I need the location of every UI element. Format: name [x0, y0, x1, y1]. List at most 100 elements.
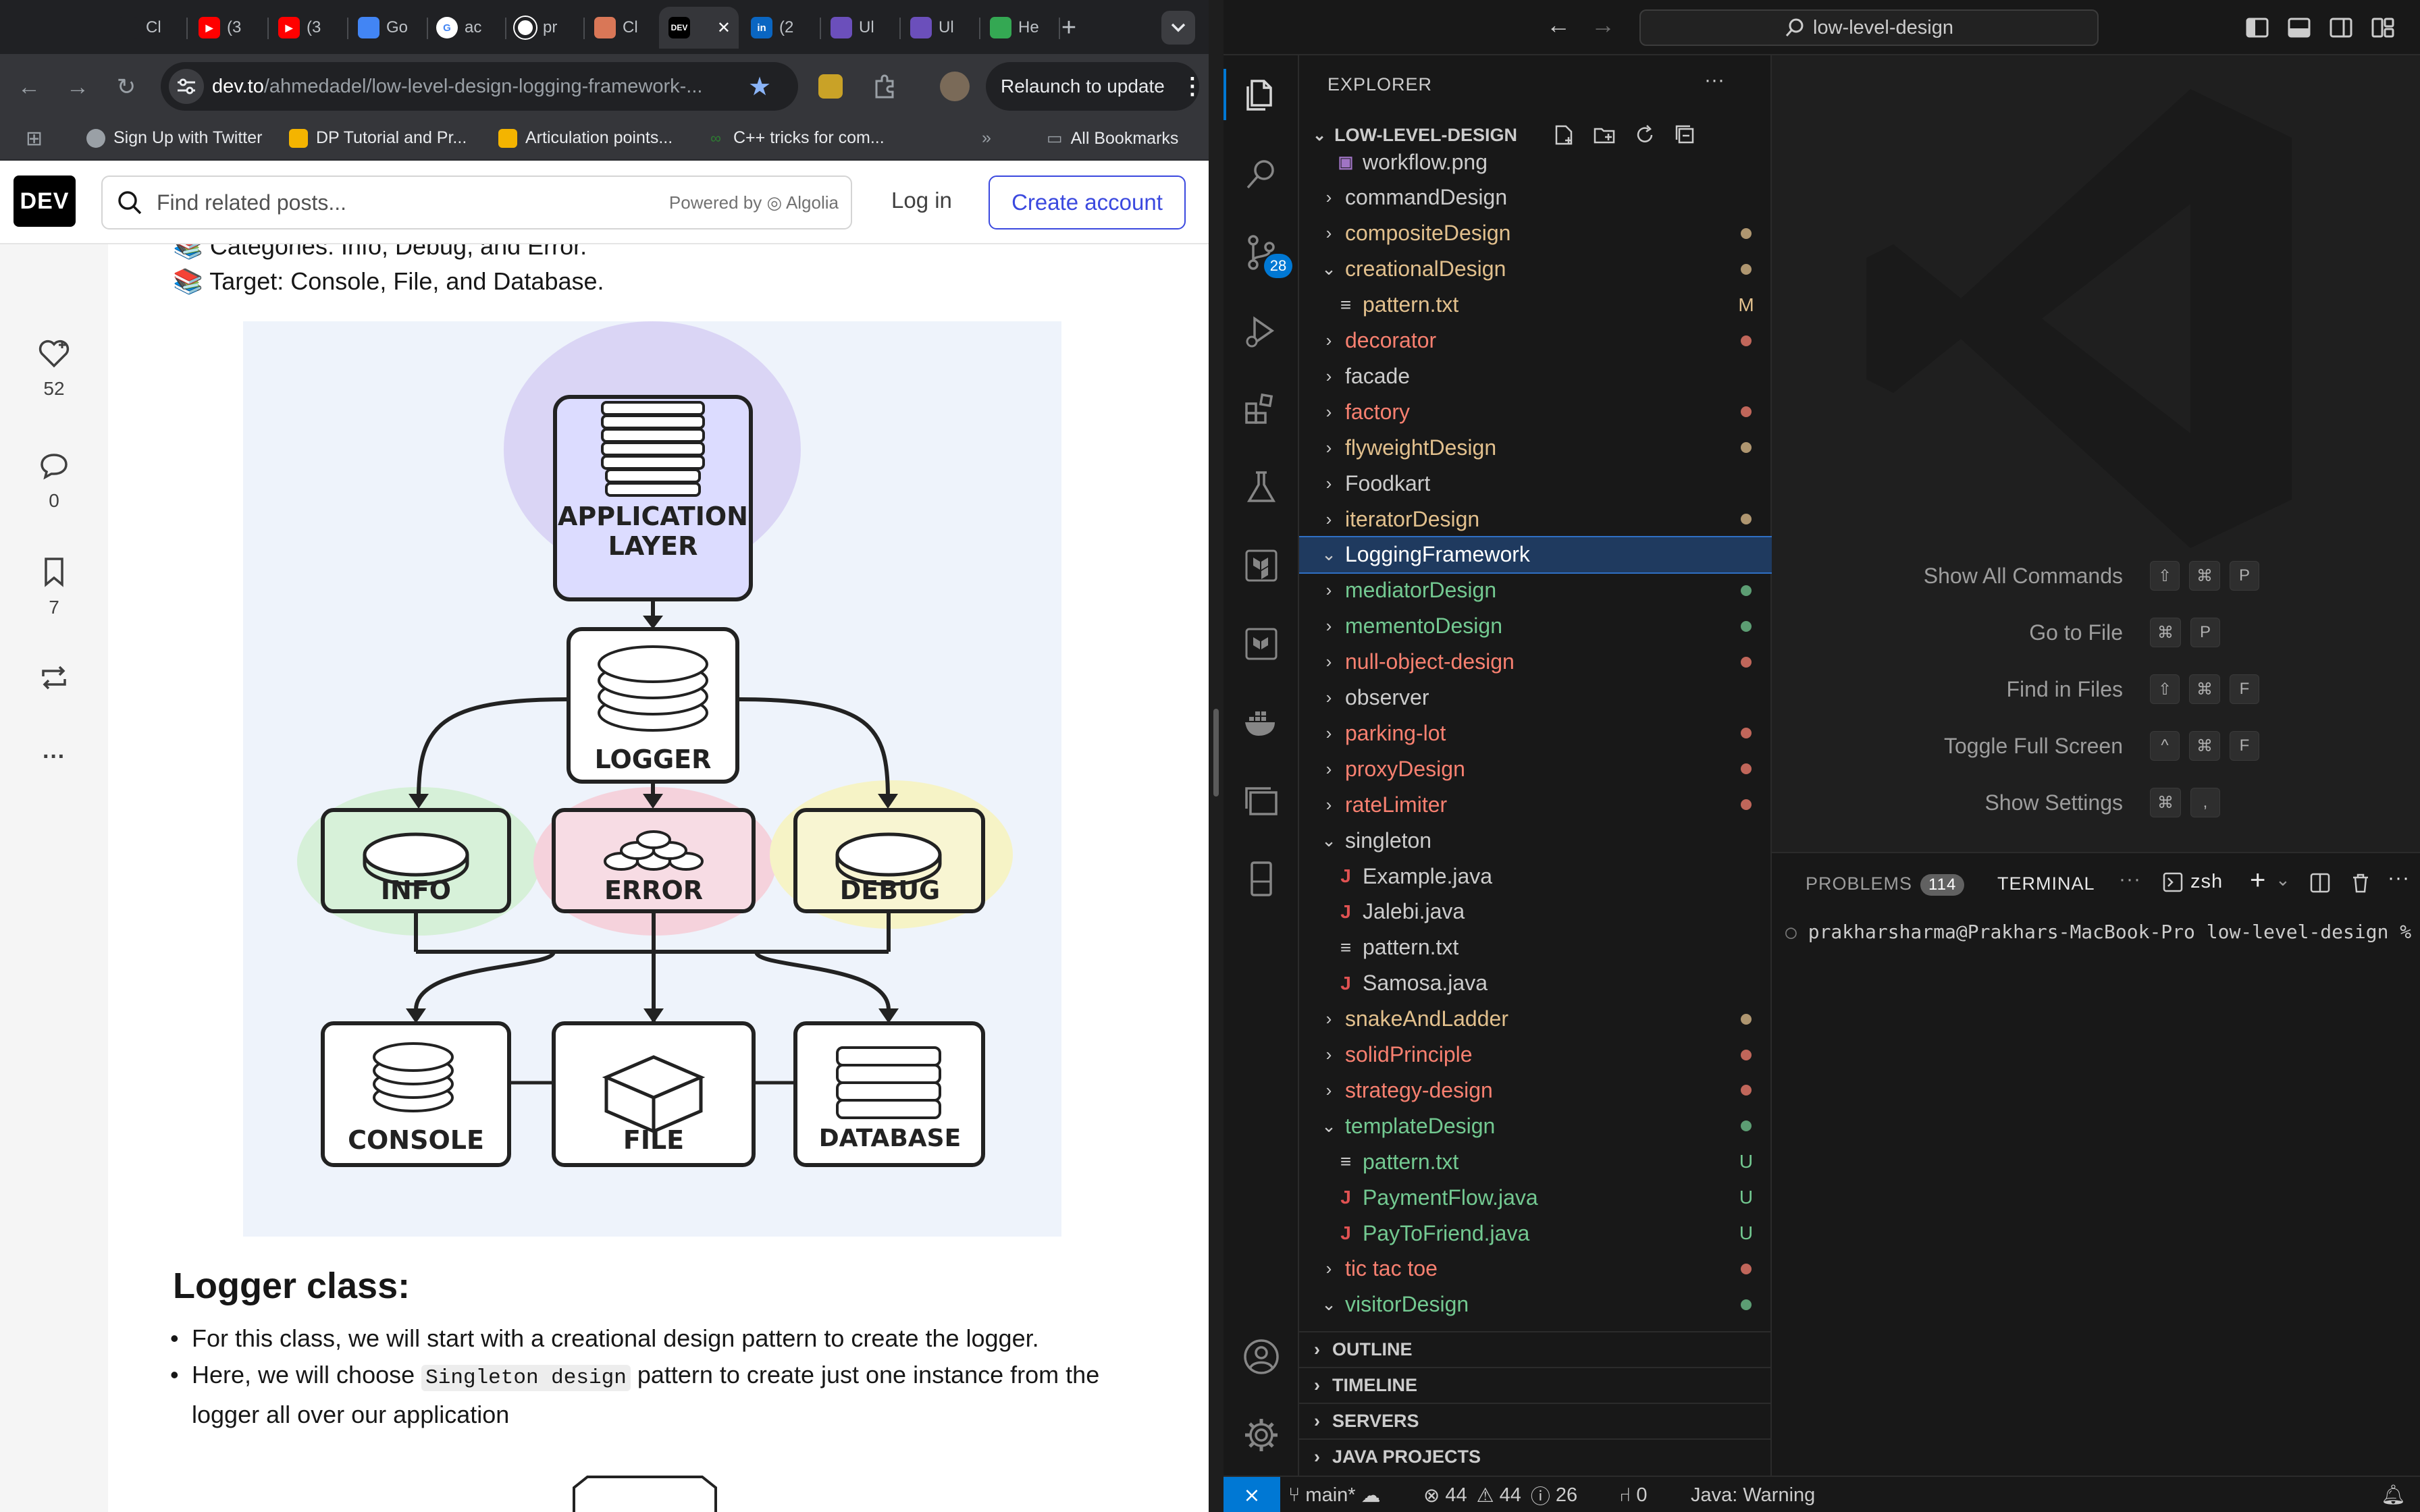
tree-folder[interactable]: › facade [1299, 358, 1772, 394]
dev-logo[interactable]: DEV [14, 176, 76, 227]
tree-folder[interactable]: › mediatorDesign [1299, 573, 1772, 608]
tree-file[interactable]: ≡ pattern.txt M [1299, 288, 1772, 323]
tree-file[interactable]: J PaymentFlow.java U [1299, 1180, 1772, 1215]
site-info-icon[interactable] [169, 69, 204, 104]
extensions-icon[interactable] [1236, 383, 1287, 435]
tree-folder[interactable]: › compositeDesign [1299, 216, 1772, 251]
toggle-panel-icon[interactable] [2288, 16, 2311, 39]
back-arrow-icon[interactable]: ← [14, 72, 45, 103]
new-file-icon[interactable] [1552, 124, 1575, 146]
device-icon[interactable] [1236, 853, 1287, 905]
browser-tab[interactable]: Ul [901, 7, 980, 49]
docker-icon[interactable] [1236, 697, 1287, 748]
divider-handle[interactable] [1213, 709, 1219, 796]
tree-folder[interactable]: › strategy-design [1299, 1073, 1772, 1108]
more-options-icon[interactable]: ··· [20, 744, 88, 770]
terminal-shell-select[interactable]: zsh [2162, 871, 2223, 893]
customize-layout-icon[interactable] [2371, 16, 2394, 39]
toggle-secondary-sidebar-icon[interactable] [2330, 16, 2352, 39]
new-terminal-icon[interactable]: + [2250, 865, 2266, 896]
more-bookmarks-chevron-icon[interactable]: » [982, 128, 991, 148]
tree-file[interactable]: J Jalebi.java [1299, 894, 1772, 929]
forward-arrow-icon[interactable]: → [62, 72, 93, 103]
ports-status[interactable]: ⑁ 0 [1619, 1477, 1648, 1512]
collapse-all-icon[interactable] [1674, 124, 1697, 146]
tree-folder[interactable]: › rateLimiter [1299, 787, 1772, 822]
run-debug-icon[interactable] [1236, 305, 1287, 356]
tree-folder[interactable]: › null-object-design [1299, 645, 1772, 680]
tree-folder[interactable]: › observer [1299, 680, 1772, 716]
browser-tab[interactable]: ▶ (3 [189, 7, 269, 49]
tab-terminal[interactable]: TERMINAL [1997, 873, 2095, 894]
search-icon[interactable] [1236, 148, 1287, 200]
servers-section[interactable]: › SERVERS [1299, 1403, 1772, 1438]
testing-icon[interactable] [1236, 462, 1287, 513]
timeline-section[interactable]: › TIMELINE [1299, 1367, 1772, 1402]
java-status[interactable]: Java: Warning [1691, 1477, 1815, 1512]
tree-folder[interactable]: › parking-lot [1299, 716, 1772, 751]
tree-file[interactable]: J Example.java [1299, 859, 1772, 894]
search-input[interactable]: Find related posts... Powered by ◎ Algol… [101, 176, 852, 230]
java-projects-section[interactable]: › JAVA PROJECTS [1299, 1438, 1772, 1474]
tree-folder[interactable]: › snakeAndLadder [1299, 1002, 1772, 1037]
tree-folder[interactable]: › flyweightDesign [1299, 430, 1772, 465]
apps-grid-icon[interactable]: ⊞ [26, 127, 43, 151]
share-button[interactable] [20, 663, 88, 693]
browser-tab[interactable]: Go [348, 7, 428, 49]
tree-folder[interactable]: ⌄ creationalDesign [1299, 252, 1772, 287]
tree-file[interactable]: J Samosa.java [1299, 966, 1772, 1001]
tree-folder[interactable]: › Foodkart [1299, 466, 1772, 501]
toggle-primary-sidebar-icon[interactable] [2246, 16, 2269, 39]
save-button[interactable]: 7 [20, 556, 88, 618]
bookmark-star-icon[interactable]: ★ [748, 72, 771, 102]
settings-gear-icon[interactable] [1236, 1409, 1287, 1461]
login-link[interactable]: Log in [891, 188, 952, 213]
more-vert-icon[interactable]: ⋮ [1181, 73, 1204, 100]
browser-tab[interactable]: DEV ✕ [659, 7, 739, 49]
tree-file[interactable]: J PayToFriend.java U [1299, 1216, 1772, 1251]
relaunch-button[interactable]: Relaunch to update ⋮ [986, 62, 1204, 111]
tree-file[interactable]: ≡ pattern.txt [1299, 930, 1772, 965]
problems-status[interactable]: ⊗ 44 ⚠ 44 ⓘ 26 [1423, 1477, 1577, 1512]
tree-folder[interactable]: › commandDesign [1299, 180, 1772, 215]
tree-folder[interactable]: › solidPrinciple [1299, 1037, 1772, 1073]
like-button[interactable]: 52 [20, 339, 88, 400]
outline-section[interactable]: › OUTLINE [1299, 1331, 1772, 1366]
new-folder-icon[interactable] [1593, 124, 1616, 146]
comment-button[interactable]: 0 [20, 451, 88, 512]
more-actions-icon[interactable]: ··· [1704, 69, 1725, 92]
all-bookmarks-folder[interactable]: ▭ All Bookmarks [1047, 128, 1178, 148]
reload-icon[interactable]: ↻ [111, 72, 142, 103]
browser-tab[interactable]: pr [505, 7, 585, 49]
browser-tab[interactable]: ▶ (3 [269, 7, 348, 49]
tree-folder[interactable]: › proxyDesign [1299, 751, 1772, 786]
browser-tab[interactable]: He [980, 7, 1060, 49]
tree-folder[interactable]: ⌄ LoggingFramework [1299, 535, 1772, 574]
tree-folder[interactable]: › iteratorDesign [1299, 502, 1772, 537]
tab-problems[interactable]: PROBLEMS 114 [1806, 873, 1965, 896]
bookmark-item[interactable]: Articulation points... [498, 128, 673, 148]
terminal-output[interactable]: ○ prakharsharma@Prakhars-MacBook-Pro low… [1785, 921, 2411, 943]
explorer-icon[interactable] [1236, 69, 1287, 120]
git-branch-status[interactable]: ⑂ main* ☁ [1288, 1477, 1381, 1512]
tree-folder[interactable]: ⌄ visitorDesign [1299, 1287, 1772, 1322]
address-bar[interactable]: dev.to/ahmedadel/low-level-design-loggin… [161, 62, 798, 111]
terraform-icon[interactable] [1236, 540, 1287, 591]
tree-folder[interactable]: ⌄ templateDesign [1299, 1108, 1772, 1143]
account-icon[interactable] [1236, 1331, 1287, 1382]
trash-icon[interactable] [2350, 872, 2371, 894]
tree-folder[interactable]: › decorator [1299, 323, 1772, 358]
more-tabs-icon[interactable]: ··· [2119, 868, 2141, 891]
command-center-search[interactable]: low-level-design [1639, 9, 2099, 46]
split-terminal-icon[interactable] [2309, 872, 2331, 894]
terraform-cloud-icon[interactable] [1236, 618, 1287, 670]
panel-more-icon[interactable]: ··· [2388, 867, 2410, 890]
browser-tab[interactable]: Cl [585, 7, 664, 49]
tree-file[interactable]: ▣ workflow.png [1299, 144, 1772, 180]
bookmark-item[interactable]: DP Tutorial and Pr... [289, 128, 467, 148]
tree-folder[interactable]: › tic tac toe [1299, 1251, 1772, 1287]
close-tab-icon[interactable]: ✕ [717, 18, 731, 38]
puzzle-icon[interactable] [871, 73, 898, 100]
tree-folder[interactable]: › factory [1299, 394, 1772, 429]
browser-tab[interactable]: Cl [108, 7, 188, 49]
